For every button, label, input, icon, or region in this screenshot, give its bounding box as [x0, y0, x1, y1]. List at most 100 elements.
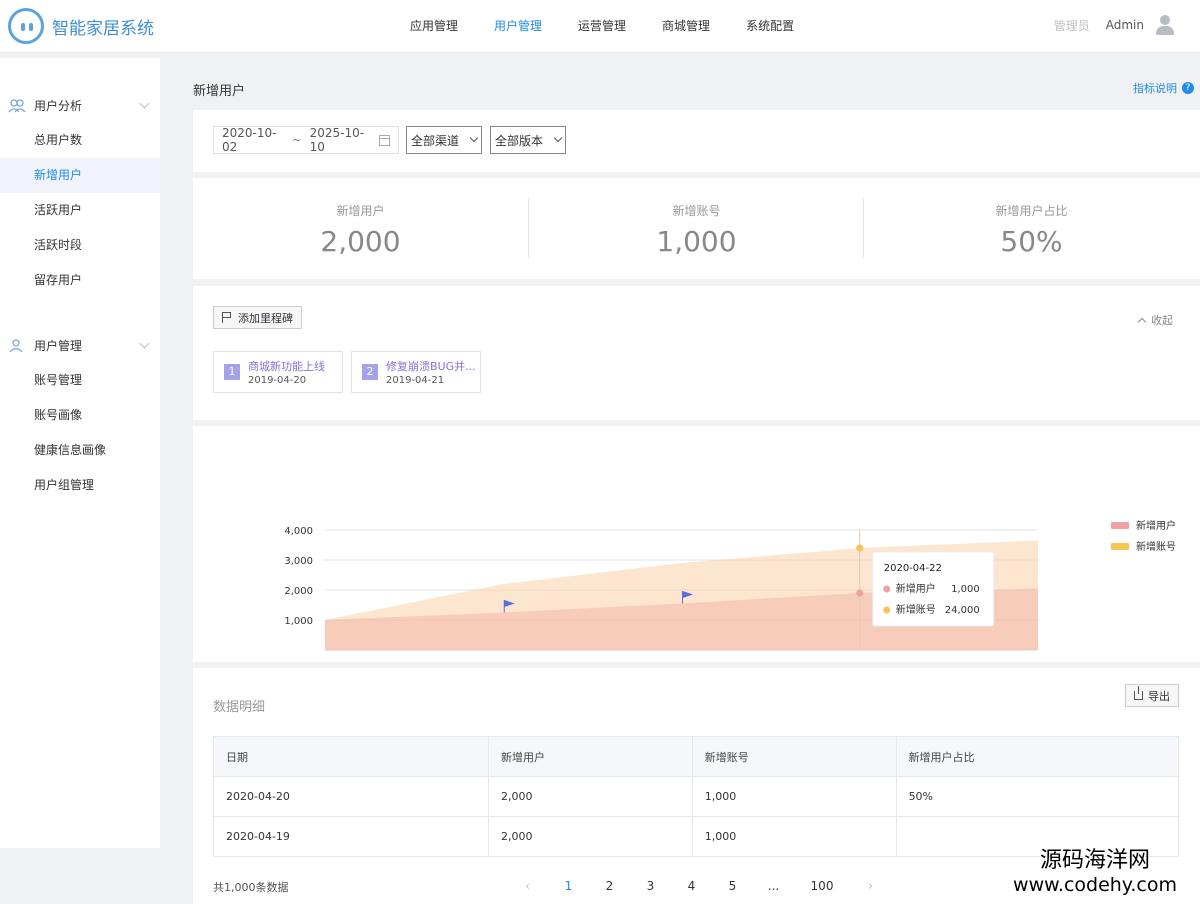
sidebar-item-total-users[interactable]: 总用户数: [0, 123, 160, 158]
filter-bar: 2020-10-02 ~ 2025-10-10 全部渠道 全部版本: [193, 110, 1200, 172]
data-table: 日期 新增用户 新增账号 新增用户占比 2020-04-20 2,000 1,0…: [212, 736, 1180, 857]
sidebar-group-user-analysis[interactable]: 用户分析: [0, 88, 160, 123]
stat-value: 1,000: [656, 225, 737, 258]
main-nav: 应用管理 用户管理 运营管理 商城管理 系统配置: [392, 0, 812, 53]
milestone-card[interactable]: 2 修复崩溃BUG并... 2019-04-21: [351, 351, 481, 393]
y-tick-label: 2,000: [284, 586, 313, 597]
flag-icon: [222, 312, 232, 323]
legend-label: 新增用户: [1136, 519, 1176, 532]
app-logo[interactable]: 智能家居系统: [8, 8, 154, 44]
column-header[interactable]: 新增账号: [691, 736, 897, 777]
table-title: 数据明细: [213, 700, 266, 715]
table-cell: 2020-04-20: [212, 776, 490, 817]
milestone-title: 商城新功能上线: [248, 360, 325, 373]
user-menu[interactable]: 管理员 Admin: [1054, 14, 1176, 36]
trend-chart-panel: 4,0003,0002,0001,0002020-04-192020-04-20…: [193, 426, 1200, 662]
milestone-panel: 添加里程碑 收起 1 商城新功能上线 2019-04-20 2 修复崩溃BUG并…: [193, 286, 1200, 420]
table-cell: 2020-04-19: [212, 816, 490, 857]
sidebar-item-retained-users[interactable]: 留存用户: [0, 263, 160, 298]
watermark: 源码海洋网 www.codehy.com: [990, 848, 1200, 896]
stat-value: 2,000: [320, 225, 401, 258]
next-page-button[interactable]: ›: [850, 876, 891, 896]
trend-chart[interactable]: 4,0003,0002,0001,0002020-04-192020-04-20…: [193, 426, 1200, 662]
stats-summary: 新增用户 2,000 新增账号 1,000 新增用户占比 50%: [193, 178, 1200, 279]
milestone-date: 2019-04-20: [248, 375, 307, 386]
tooltip-swatch: [883, 585, 891, 593]
stat-value: 50%: [1000, 225, 1063, 258]
top-bar: 智能家居系统 应用管理 用户管理 运营管理 商城管理 系统配置 管理员 Admi…: [0, 0, 1200, 53]
table-cell: 2,000: [488, 776, 693, 817]
legend-label: 新增账号: [1136, 540, 1176, 553]
user-icon: [8, 338, 26, 353]
help-icon: ?: [1182, 82, 1194, 94]
tooltip-value: 1,000: [951, 584, 980, 595]
table-cell: 1,000: [692, 816, 897, 857]
nav-app-management[interactable]: 应用管理: [392, 0, 476, 53]
stat-new-users: 新增用户 2,000: [193, 178, 528, 279]
version-select-value: 全部版本: [495, 133, 544, 148]
date-range-picker[interactable]: 2020-10-02 ~ 2025-10-10: [213, 126, 399, 154]
sidebar-item-active-users[interactable]: 活跃用户: [0, 193, 160, 228]
column-header[interactable]: 新增用户占比: [895, 736, 1180, 777]
stat-new-user-ratio: 新增用户占比 50%: [864, 178, 1199, 279]
prev-page-button[interactable]: ‹: [507, 876, 548, 896]
table-header-row: 日期 新增用户 新增账号 新增用户占比: [212, 736, 1180, 777]
export-button[interactable]: 导出: [1125, 684, 1179, 707]
app-title: 智能家居系统: [52, 18, 154, 39]
page-button[interactable]: 5: [712, 876, 753, 896]
sidebar-item-new-users[interactable]: 新增用户: [0, 158, 160, 193]
version-select[interactable]: 全部版本: [490, 126, 566, 154]
metric-help-link[interactable]: 指标说明 ?: [1133, 80, 1194, 96]
legend-swatch: [1111, 543, 1129, 550]
milestone-date: 2019-04-21: [386, 375, 445, 386]
y-tick-label: 1,000: [284, 616, 313, 627]
export-icon: [1134, 686, 1143, 700]
add-milestone-label: 添加里程碑: [238, 311, 293, 325]
tooltip-swatch: [883, 606, 891, 614]
sidebar-item-active-periods[interactable]: 活跃时段: [0, 228, 160, 263]
nav-operations[interactable]: 运营管理: [560, 0, 644, 53]
column-header[interactable]: 新增用户: [488, 736, 693, 777]
nav-user-management[interactable]: 用户管理: [476, 0, 560, 53]
page-ellipsis: ...: [767, 879, 780, 893]
watermark-line1: 源码海洋网: [1039, 848, 1150, 873]
table-row: 2020-04-20 2,000 1,000 50%: [212, 776, 1180, 817]
page-title: 新增用户: [193, 84, 246, 99]
y-tick-label: 3,000: [284, 556, 313, 567]
data-point: [856, 544, 864, 552]
chevron-down-icon: [553, 133, 563, 143]
user-name[interactable]: Admin: [1106, 18, 1144, 32]
page-button[interactable]: 2: [589, 876, 630, 896]
sidebar-item-health-profile[interactable]: 健康信息画像: [0, 433, 160, 468]
page-button[interactable]: 3: [630, 876, 671, 896]
milestone-number: 2: [362, 364, 378, 380]
milestone-title: 修复崩溃BUG并...: [386, 360, 476, 373]
chevron-down-icon: [139, 98, 150, 109]
channel-select[interactable]: 全部渠道: [406, 126, 482, 154]
calendar-icon: [379, 134, 391, 146]
sidebar-item-account-profile[interactable]: 账号画像: [0, 398, 160, 433]
table-cell: 2,000: [488, 816, 693, 857]
sidebar-item-user-groups[interactable]: 用户组管理: [0, 468, 160, 503]
add-milestone-button[interactable]: 添加里程碑: [213, 306, 302, 329]
collapse-button[interactable]: 收起: [1137, 312, 1173, 328]
page-button[interactable]: 100: [794, 876, 850, 896]
sidebar-item-account-management[interactable]: 账号管理: [0, 363, 160, 398]
stat-label: 新增用户占比: [995, 204, 1068, 218]
page-button[interactable]: 4: [671, 876, 712, 896]
user-role: 管理员: [1053, 18, 1090, 33]
pagination: ‹ 1 2 3 4 5 ... 100 ›: [507, 876, 891, 896]
logo-icon: [8, 8, 44, 44]
avatar-icon[interactable]: [1154, 14, 1176, 36]
watermark-line2: www.codehy.com: [1013, 874, 1177, 896]
page-button[interactable]: 1: [548, 876, 589, 896]
milestone-number: 1: [224, 364, 240, 380]
column-header[interactable]: 日期: [212, 736, 490, 777]
nav-system-config[interactable]: 系统配置: [728, 0, 812, 53]
chevron-up-icon: [1137, 317, 1147, 326]
sidebar-group-label: 用户分析: [34, 99, 83, 113]
nav-mall[interactable]: 商城管理: [644, 0, 728, 53]
stat-label: 新增账号: [672, 204, 721, 218]
milestone-card[interactable]: 1 商城新功能上线 2019-04-20: [213, 351, 343, 393]
sidebar-group-user-management[interactable]: 用户管理: [0, 328, 160, 363]
